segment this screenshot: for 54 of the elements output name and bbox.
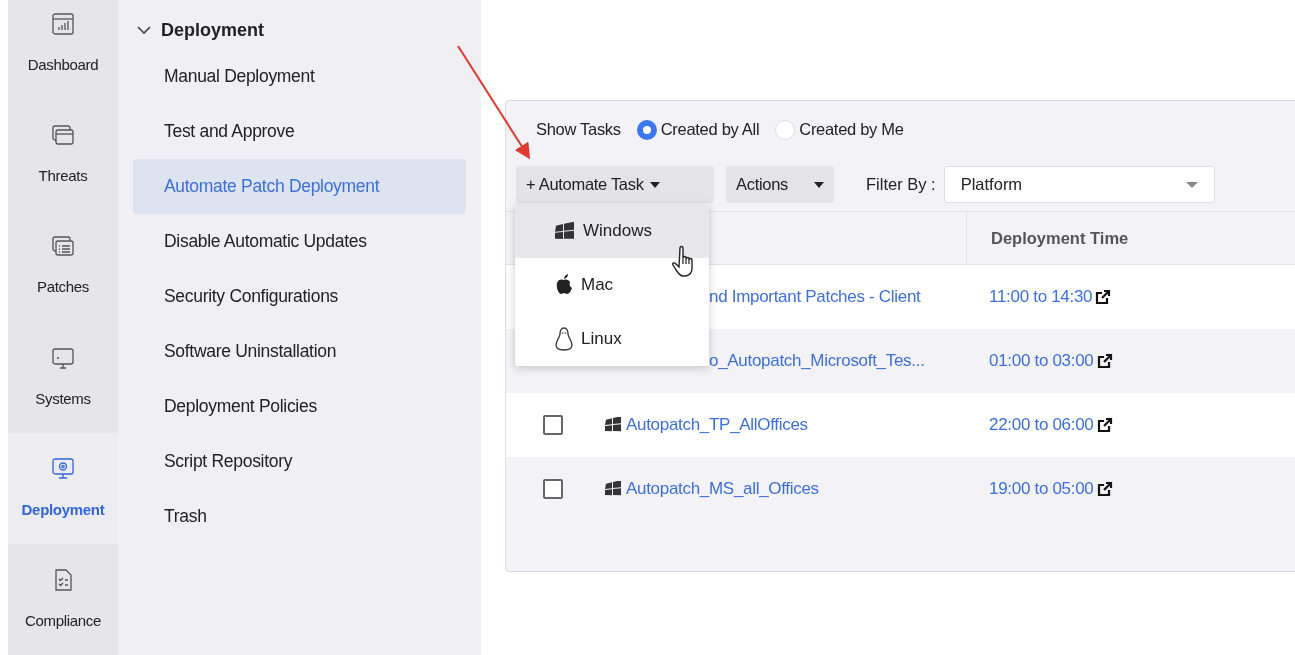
nav-item[interactable]: Dashboard [8,0,118,100]
time-link[interactable]: 11:00 to 14:30 [989,284,1093,310]
checkbox[interactable] [543,479,563,499]
menu-item[interactable]: Trash [133,489,466,544]
windows-stack-icon [51,123,75,148]
menu-item[interactable]: Disable Automatic Updates [133,214,466,269]
list-stack-icon [51,234,75,259]
menu-item[interactable]: Automate Patch Deployment [133,159,466,214]
penguin-icon [553,327,575,351]
menu-item[interactable]: Software Uninstallation [133,324,466,379]
nav-item[interactable]: Compliance [8,543,118,655]
external-link-icon [1095,289,1112,305]
platform-select[interactable]: Platform [943,166,1215,203]
dropdown-label: Mac [581,274,614,297]
radio-label: Created by Me [799,119,904,141]
dropdown-item[interactable]: Mac [515,258,709,312]
chart-window-icon [51,12,75,36]
nav-item[interactable]: Deployment [8,432,118,544]
actions-button[interactable]: Actions [726,166,834,203]
nav-item[interactable]: Patches [8,210,118,322]
dropdown-label: Linux [581,328,622,351]
section-title: Deployment [161,18,265,42]
nav-item[interactable]: Systems [8,321,118,433]
checkbox[interactable] [543,415,563,435]
radio-label: Created by All [660,119,760,141]
windows-icon [604,417,622,433]
monitor-gear-icon [51,456,75,481]
monitor-icon [51,345,75,370]
menu-item[interactable]: Test and Approve [133,104,466,159]
task-link[interactable]: Autopatch_TP_AllOffices [626,412,808,438]
windows-icon [604,481,622,497]
task-link[interactable]: nd Important Patches - Client [709,284,921,310]
field-label: Show Tasks [536,119,621,141]
task-link[interactable]: o_Autopatch_Microsoft_Tes... [709,348,925,374]
dropdown-item[interactable]: Linux [515,312,709,366]
time-link[interactable]: 22:00 to 06:00 [989,412,1094,438]
external-link-icon [1096,481,1113,497]
menu-item[interactable]: Manual Deployment [133,49,466,104]
filter-label: Filter By : [866,174,936,196]
menu-item[interactable]: Deployment Policies [133,379,466,434]
task-link[interactable]: Autopatch_MS_all_Offices [626,476,819,502]
nav-item[interactable]: Threats [8,99,118,211]
time-link[interactable]: 01:00 to 03:00 [989,348,1094,374]
external-link-icon [1096,417,1113,433]
radio-button[interactable] [636,119,657,140]
dropdown-label: Windows [583,220,652,243]
automate-task-button[interactable]: + Automate Task [516,166,714,203]
external-link-icon [1096,353,1113,369]
dropdown-item[interactable]: Windows [515,204,709,258]
windows-icon [553,221,577,241]
time-link[interactable]: 19:00 to 05:00 [989,476,1094,502]
menu-item[interactable]: Security Configurations [133,269,466,324]
column-header: Deployment Time [991,227,1129,249]
menu-item[interactable]: Script Repository [133,434,466,489]
